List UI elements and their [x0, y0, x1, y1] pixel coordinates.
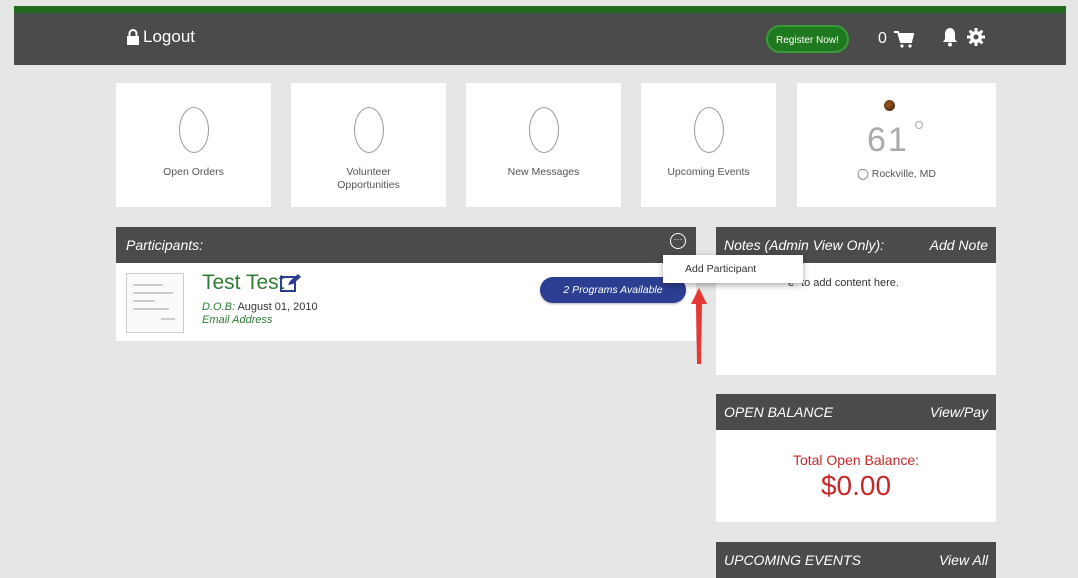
- participants-panel-header: Participants: ···: [116, 227, 696, 263]
- logout-label: Logout: [143, 27, 195, 46]
- open-balance-title: OPEN BALANCE: [724, 404, 833, 420]
- weather-location: ◯ Rockville, MD: [797, 168, 996, 180]
- upcoming-events-label: Upcoming Events: [667, 166, 750, 178]
- open-orders-count: [178, 107, 209, 153]
- notes-title: Notes (Admin View Only):: [724, 237, 885, 253]
- cart-count: 0: [878, 30, 887, 47]
- new-messages-card[interactable]: New Messages: [466, 83, 621, 207]
- cart-icon[interactable]: [894, 31, 914, 48]
- view-pay-link[interactable]: View/Pay: [930, 404, 988, 420]
- open-balance-header: OPEN BALANCE View/Pay: [716, 394, 996, 430]
- weather-temperature: 61: [867, 121, 909, 159]
- upcoming-events-card[interactable]: Upcoming Events: [641, 83, 776, 207]
- upcoming-events-count: [693, 107, 724, 153]
- new-messages-count: [528, 107, 559, 153]
- participant-dob: D.O.B: August 01, 2010: [202, 301, 318, 313]
- participant-thumbnail: [126, 273, 184, 333]
- degree-symbol: [915, 121, 923, 129]
- participant-row: Test Test D.O.B: August 01, 2010 Email A…: [116, 263, 696, 341]
- dob-label: D.O.B:: [202, 301, 236, 313]
- weather-condition-icon: [884, 100, 895, 111]
- volunteer-opportunities-count: [353, 107, 384, 153]
- weather-card: 61 ◯ Rockville, MD: [797, 83, 996, 207]
- volunteer-opportunities-card[interactable]: Volunteer Opportunities: [291, 83, 446, 207]
- weather-location-text: Rockville, MD: [871, 168, 936, 180]
- participant-email[interactable]: Email Address: [202, 314, 273, 326]
- open-balance-body: Total Open Balance: $0.00: [716, 430, 996, 522]
- new-messages-label: New Messages: [507, 166, 580, 178]
- gear-icon[interactable]: [966, 27, 986, 47]
- total-open-balance-amount: $0.00: [820, 470, 892, 501]
- add-note-link[interactable]: Add Note: [930, 237, 988, 253]
- lock-icon: [127, 29, 139, 45]
- view-all-link[interactable]: View All: [939, 552, 988, 568]
- add-participant-menu-item[interactable]: Add Participant: [663, 255, 803, 283]
- edit-icon[interactable]: [280, 273, 302, 293]
- open-orders-label: Open Orders: [163, 166, 224, 178]
- logout-link[interactable]: Logout: [126, 27, 195, 47]
- red-arrow-annotation: [691, 288, 707, 364]
- volunteer-opportunities-label: Volunteer Opportunities: [337, 166, 400, 191]
- top-header-bar: Logout Register Now! 0: [14, 13, 1066, 65]
- total-open-balance-label: Total Open Balance:: [792, 452, 920, 468]
- open-orders-card[interactable]: Open Orders: [116, 83, 271, 207]
- bell-icon[interactable]: [942, 27, 958, 47]
- upcoming-events-header: UPCOMING EVENTS View All: [716, 542, 996, 578]
- participants-title: Participants:: [126, 237, 204, 253]
- upcoming-events-title: UPCOMING EVENTS: [724, 552, 861, 568]
- more-options-icon[interactable]: ···: [670, 233, 686, 249]
- participant-name[interactable]: Test Test: [202, 271, 284, 295]
- dob-value: August 01, 2010: [237, 301, 318, 313]
- notes-placeholder-text: e" to add content here.: [788, 277, 899, 289]
- location-pin-icon: ◯: [857, 168, 869, 180]
- register-now-button[interactable]: Register Now!: [766, 25, 849, 53]
